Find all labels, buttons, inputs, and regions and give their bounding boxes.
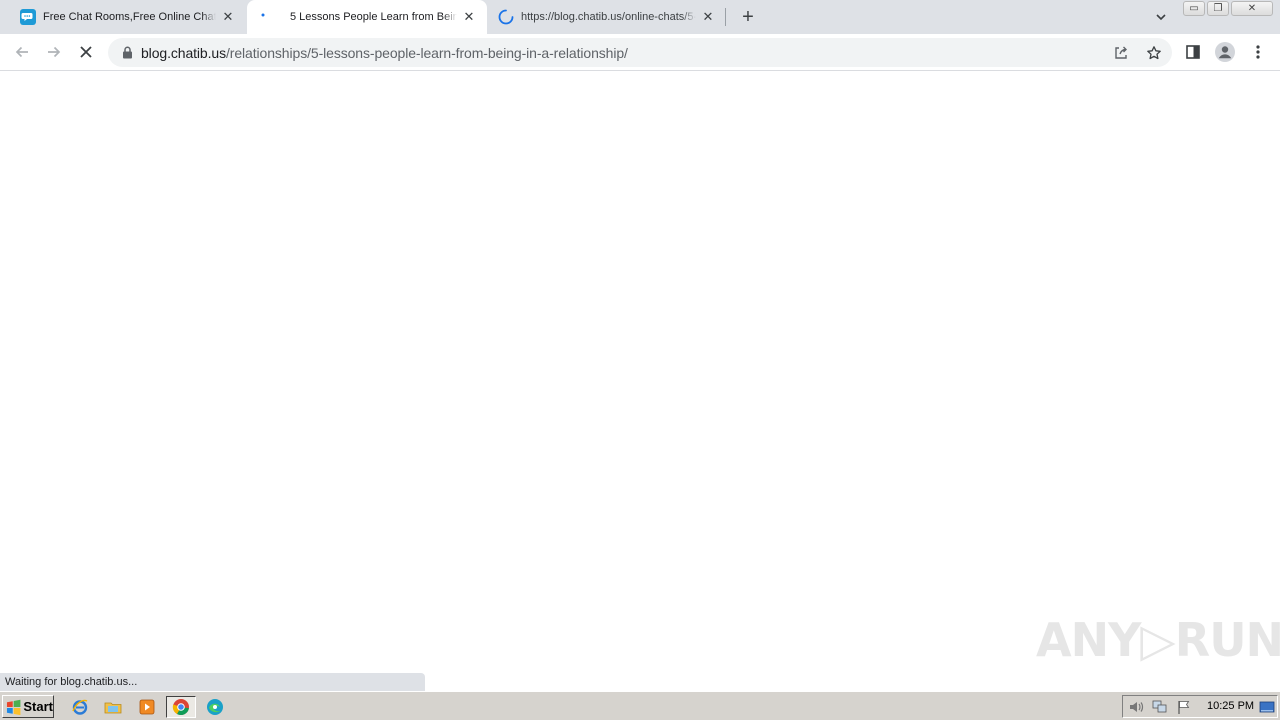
tab-free-chat-rooms[interactable]: Free Chat Rooms,Free Online Chat Website… (0, 0, 246, 34)
tab-divider (725, 8, 726, 26)
show-desktop-icon[interactable] (1259, 699, 1275, 715)
tab-search-chevron-icon[interactable] (1152, 8, 1170, 26)
forward-arrow-icon (48, 46, 61, 58)
tab-5-lessons[interactable]: 5 Lessons People Learn from Being in a R… (247, 0, 487, 34)
chat-bubble-icon (20, 9, 36, 25)
loading-dot-icon (255, 9, 271, 25)
window-controls: ▭ ❐ ✕ (1183, 1, 1273, 16)
start-button[interactable]: Start (2, 695, 54, 718)
forward-button[interactable] (39, 37, 69, 67)
avatar-icon (1215, 42, 1235, 62)
stop-x-icon (80, 46, 92, 58)
stop-loading-button[interactable] (71, 37, 101, 67)
profile-button[interactable] (1210, 37, 1240, 67)
tab-title: https://blog.chatib.us/online-chats/5- (521, 11, 696, 23)
url-host: blog.chatib.us (141, 44, 226, 61)
anyrun-watermark: ANY▷RUN (1036, 613, 1280, 667)
chrome-icon[interactable] (166, 696, 196, 718)
back-button[interactable] (7, 37, 37, 67)
bookmark-star-icon[interactable] (1145, 44, 1163, 62)
status-bubble: Waiting for blog.chatib.us... (0, 673, 425, 692)
edge-icon[interactable] (204, 696, 226, 718)
tab-title: 5 Lessons People Learn from Being in a R… (290, 11, 457, 23)
clock[interactable]: 10:25 PM (1207, 700, 1254, 712)
loading-spinner-icon (498, 9, 514, 25)
volume-icon[interactable] (1128, 699, 1144, 715)
new-tab-button[interactable]: + (737, 6, 759, 28)
url-text: blog.chatib.us/relationships/5-lessons-p… (141, 45, 628, 61)
side-panel-icon (1186, 45, 1200, 59)
side-panel-button[interactable] (1178, 37, 1208, 67)
page-content: ANY▷RUN Waiting for blog.chatib.us... (0, 72, 1280, 692)
more-vertical-icon (1256, 45, 1260, 59)
chrome-menu-button[interactable] (1243, 37, 1273, 67)
close-window-button[interactable]: ✕ (1231, 1, 1273, 16)
media-player-icon[interactable] (136, 696, 158, 718)
tab-close-icon[interactable]: ✕ (220, 9, 236, 25)
windows-logo-icon (6, 699, 21, 715)
windows-taskbar: Start 10:25 PM (0, 691, 1280, 720)
share-icon[interactable] (1112, 44, 1130, 62)
explorer-icon[interactable] (102, 696, 124, 718)
action-center-flag-icon[interactable] (1176, 699, 1192, 715)
start-label: Start (23, 699, 53, 714)
tab-online-chats[interactable]: https://blog.chatib.us/online-chats/5- ✕ (488, 0, 726, 34)
address-bar[interactable]: blog.chatib.us/relationships/5-lessons-p… (108, 38, 1172, 67)
ie-icon[interactable] (69, 696, 91, 718)
system-tray: 10:25 PM (1122, 695, 1278, 718)
restore-button[interactable]: ❐ (1207, 1, 1229, 16)
lock-icon[interactable] (120, 46, 134, 60)
back-arrow-icon (15, 46, 28, 58)
tab-close-icon[interactable]: ✕ (461, 9, 477, 25)
tab-strip: Free Chat Rooms,Free Online Chat Website… (0, 0, 1280, 34)
tab-close-icon[interactable]: ✕ (700, 9, 716, 25)
minimize-button[interactable]: ▭ (1183, 1, 1205, 16)
url-path: /relationships/5-lessons-people-learn-fr… (226, 44, 628, 61)
tab-title: Free Chat Rooms,Free Online Chat Website (43, 11, 216, 23)
browser-toolbar: blog.chatib.us/relationships/5-lessons-p… (0, 34, 1280, 71)
network-icon[interactable] (1152, 699, 1168, 715)
